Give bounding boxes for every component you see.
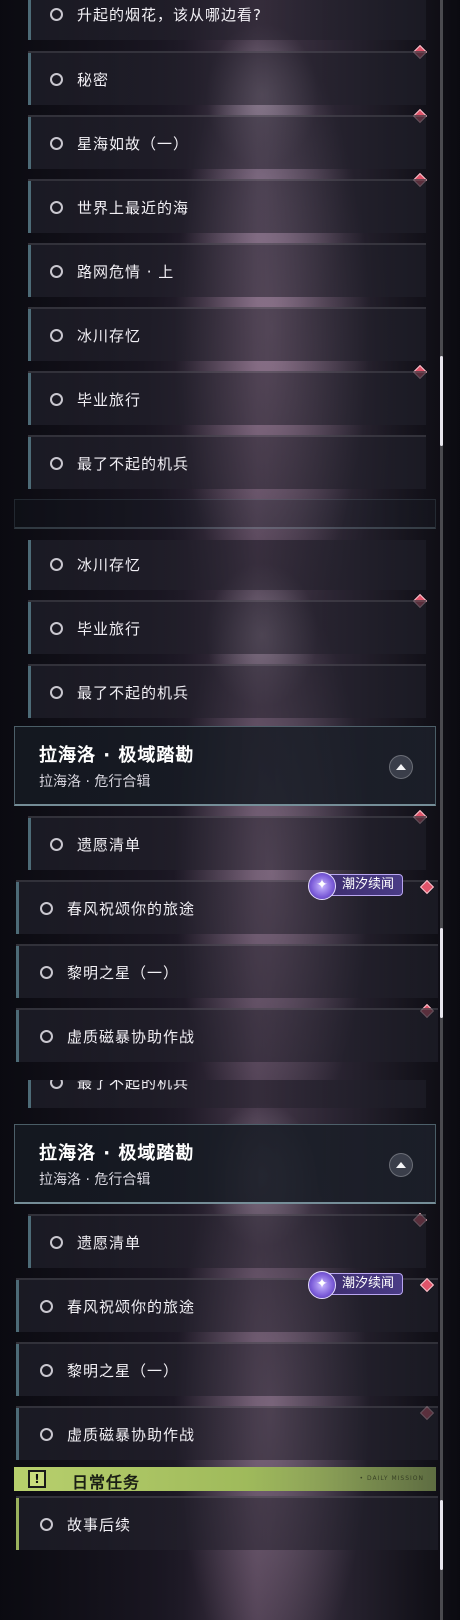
quest-label: 最了不起的机兵 [77,454,190,473]
quest-label: 毕业旅行 [77,390,142,409]
tide-tag-label: 潮汐续闻 [342,877,395,892]
quest-item-dawn[interactable]: 黎明之星（一） [16,1342,438,1396]
quest-item-best-mech[interactable]: 最了不起的机兵 [28,1080,426,1108]
tide-tag: ✦ 潮汐续闻 [308,1271,404,1299]
scrollbar-thumb[interactable] [440,356,443,446]
scrollbar-track[interactable] [440,540,443,1080]
quest-label: 星海如故（一） [77,134,190,153]
circle-outline-icon [50,136,63,150]
quest-label: 升起的烟花，该从哪边看? [77,5,262,24]
quest-label: 黎明之星（一） [67,1361,180,1380]
quest-item-wishlist[interactable]: 遗愿清单 [28,816,426,870]
circle-outline-icon [50,392,63,406]
circle-outline-icon [50,264,63,278]
scrollbar-track[interactable] [440,1080,443,1620]
quest-item-best-mech-clipped[interactable]: 最了不起的机兵 [28,1080,426,1108]
circle-outline-icon [40,1299,53,1313]
quest-item-secret[interactable]: 秘密 [28,51,426,105]
circle-outline-icon [50,685,63,699]
quest-label: 世界上最近的海 [77,198,190,217]
quest-item-storm[interactable]: 虚质磁暴协助作战 [16,1008,438,1062]
quest-label: 秘密 [77,70,110,89]
sparkle-icon: ✦ [308,872,336,900]
quest-item-glacier[interactable]: 冰川存忆 [28,307,426,361]
quest-label: 最了不起的机兵 [77,1080,190,1092]
circle-outline-icon [50,837,63,851]
quest-item-best-mech[interactable]: 最了不起的机兵 [28,435,426,489]
section-header-lahailuo-partial[interactable] [14,499,436,529]
tide-tag-label: 潮汐续闻 [342,1276,395,1291]
daily-section-caption: • DAILY MISSION [359,1475,424,1482]
circle-outline-icon [50,1080,63,1089]
section-header-lahailuo[interactable]: 拉海洛 · 极域踏勘 拉海洛 · 危行合辑 [14,726,436,806]
quest-item-graduation[interactable]: 毕业旅行 [28,371,426,425]
quest-item-starsea[interactable]: 星海如故（一） [28,115,426,169]
quest-item-story-after[interactable]: 故事后续 [16,1496,438,1550]
quest-label: 最了不起的机兵 [77,683,190,702]
collapse-button[interactable] [389,755,413,779]
quest-item-nearest-sea[interactable]: 世界上最近的海 [28,179,426,233]
quest-item-fireworks[interactable]: 升起的烟花，该从哪边看? [28,0,426,40]
quest-label: 冰川存忆 [77,326,142,345]
quest-label: 遗愿清单 [77,1233,142,1252]
section-title: 拉海洛 · 极域踏勘 [39,1143,195,1164]
circle-outline-icon [40,1363,53,1377]
quest-label: 毕业旅行 [77,619,142,638]
quest-item-wishlist[interactable]: 遗愿清单 [28,1214,426,1268]
scrollbar-track[interactable] [440,0,443,540]
quest-label: 冰川存忆 [77,555,142,574]
scrollbar-thumb[interactable] [440,928,443,1018]
circle-outline-icon [40,1517,53,1531]
quest-label: 虚质磁暴协助作战 [67,1425,196,1444]
quest-label: 黎明之星（一） [67,963,180,982]
circle-outline-icon [40,965,53,979]
circle-outline-icon [50,7,63,21]
tide-tag: ✦ 潮汐续闻 [308,872,404,900]
quest-label: 遗愿清单 [77,835,142,854]
section-header-lahailuo[interactable]: 拉海洛 · 极域踏勘 拉海洛 · 危行合辑 [14,1124,436,1204]
circle-outline-icon [40,1029,53,1043]
collapse-button[interactable] [389,1153,413,1177]
quest-label: 春风祝颂你的旅途 [67,899,196,918]
circle-outline-icon [50,72,63,86]
quest-list-view-3: 最了不起的机兵 拉海洛 · 极域踏勘 拉海洛 · 危行合辑 遗愿清单 春风祝颂你… [0,1080,460,1620]
quest-item-road-net[interactable]: 路网危情 · 上 [28,243,426,297]
circle-outline-icon [40,1427,53,1441]
triangle-up-icon [396,1162,406,1168]
quest-item-graduation[interactable]: 毕业旅行 [28,600,426,654]
quest-label: 春风祝颂你的旅途 [67,1297,196,1316]
circle-outline-icon [40,901,53,915]
daily-section-title: 日常任务 [72,1473,141,1492]
quest-item-dawn[interactable]: 黎明之星（一） [16,944,438,998]
quest-label: 路网危情 · 上 [77,262,175,281]
quest-item-best-mech[interactable]: 最了不起的机兵 [28,664,426,718]
circle-outline-icon [50,200,63,214]
quest-label: 故事后续 [67,1515,132,1534]
scrollbar-thumb[interactable] [440,1500,443,1570]
sparkle-icon: ✦ [308,1271,336,1299]
section-subtitle: 拉海洛 · 危行合辑 [39,774,151,790]
exclamation-icon: ! [28,1470,46,1488]
triangle-up-icon [396,764,406,770]
section-subtitle: 拉海洛 · 危行合辑 [39,1172,151,1188]
circle-outline-icon [50,621,63,635]
circle-outline-icon [50,557,63,571]
section-title: 拉海洛 · 极域踏勘 [39,745,195,766]
daily-section-header[interactable]: ! 日常任务 • DAILY MISSION [14,1467,436,1492]
quest-item-glacier[interactable]: 冰川存忆 [28,540,426,590]
circle-outline-icon [50,456,63,470]
quest-list-view-1: 升起的烟花，该从哪边看? 秘密 星海如故（一） 世界上最近的海 路网危情 · 上… [0,0,460,540]
circle-outline-icon [50,1235,63,1249]
quest-list-view-2: 冰川存忆 毕业旅行 最了不起的机兵 拉海洛 · 极域踏勘 拉海洛 · 危行合辑 … [0,540,460,1080]
quest-item-storm[interactable]: 虚质磁暴协助作战 [16,1406,438,1460]
circle-outline-icon [50,328,63,342]
quest-label: 虚质磁暴协助作战 [67,1027,196,1046]
